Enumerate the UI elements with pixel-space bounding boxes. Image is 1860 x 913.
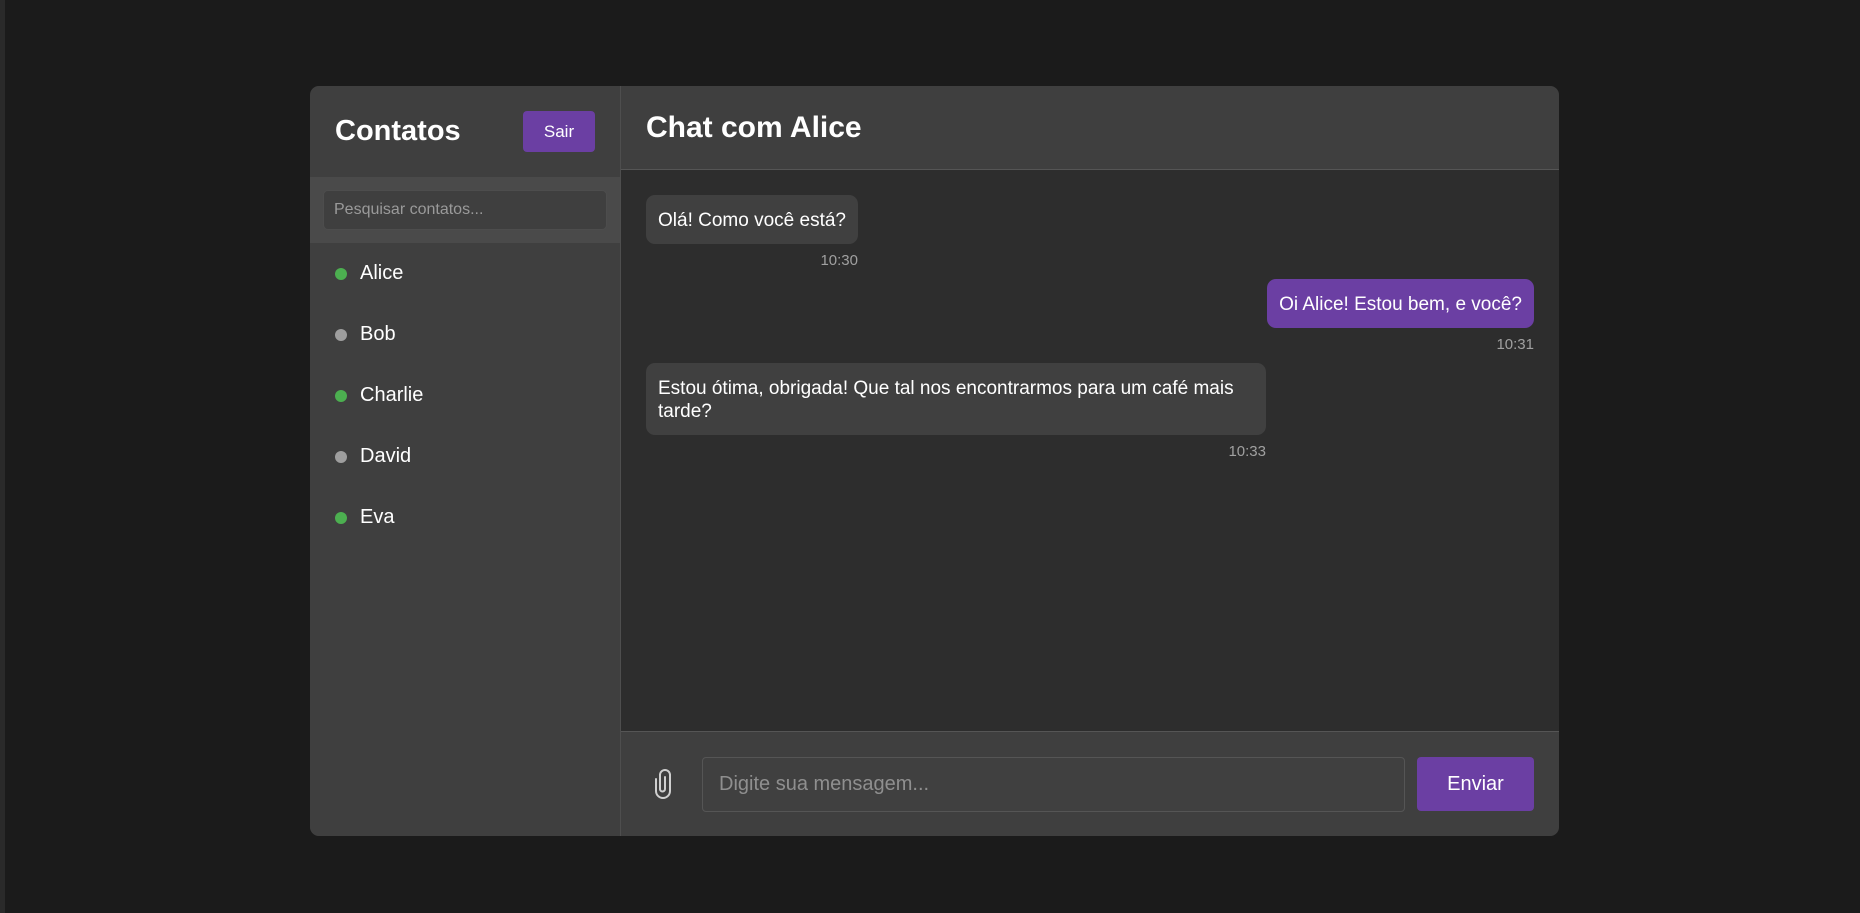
contact-item-charlie[interactable]: Charlie — [310, 365, 620, 426]
attach-button[interactable] — [646, 765, 684, 803]
logout-button[interactable]: Sair — [523, 111, 595, 152]
sidebar-title: Contatos — [335, 115, 461, 147]
contact-name: David — [360, 445, 412, 467]
contact-item-bob[interactable]: Bob — [310, 304, 620, 365]
message-received: Estou ótima, obrigada! Que tal nos encon… — [646, 363, 1266, 460]
chat-panel: Chat com Alice Olá! Como você está? 10:3… — [621, 86, 1559, 836]
contact-name: Alice — [360, 262, 404, 284]
contact-name: Charlie — [360, 384, 424, 406]
message-list: Olá! Como você está? 10:30 Oi Alice! Est… — [621, 170, 1559, 731]
window-edge — [0, 0, 5, 913]
contact-search-input[interactable] — [323, 190, 607, 230]
send-button[interactable]: Enviar — [1417, 757, 1534, 811]
chat-app: Contatos Sair Alice Bob Charlie David — [310, 86, 1559, 836]
paperclip-icon — [655, 769, 671, 799]
search-bar — [310, 177, 620, 243]
status-online-icon — [335, 389, 347, 402]
message-composer: Enviar — [621, 731, 1559, 836]
status-offline-icon — [335, 450, 347, 463]
contact-item-alice[interactable]: Alice — [310, 243, 620, 304]
message-time: 10:33 — [1228, 443, 1266, 460]
message-time: 10:31 — [1496, 336, 1534, 353]
status-online-icon — [335, 267, 347, 280]
message-bubble: Olá! Como você está? — [646, 195, 858, 244]
status-online-icon — [335, 511, 347, 524]
contact-name: Bob — [360, 323, 396, 345]
message-sent: Oi Alice! Estou bem, e você? 10:31 — [1267, 279, 1534, 353]
contact-list: Alice Bob Charlie David Eva — [310, 243, 620, 548]
status-offline-icon — [335, 328, 347, 341]
contact-item-eva[interactable]: Eva — [310, 487, 620, 548]
sidebar-header: Contatos Sair — [310, 86, 620, 177]
chat-header: Chat com Alice — [621, 86, 1559, 170]
message-time: 10:30 — [820, 252, 858, 269]
contact-name: Eva — [360, 506, 395, 528]
contacts-sidebar: Contatos Sair Alice Bob Charlie David — [310, 86, 621, 836]
message-bubble: Oi Alice! Estou bem, e você? — [1267, 279, 1534, 328]
message-input[interactable] — [702, 756, 1405, 812]
contact-item-david[interactable]: David — [310, 426, 620, 487]
message-received: Olá! Como você está? 10:30 — [646, 195, 858, 269]
chat-title: Chat com Alice — [646, 110, 862, 144]
message-bubble: Estou ótima, obrigada! Que tal nos encon… — [646, 363, 1266, 435]
